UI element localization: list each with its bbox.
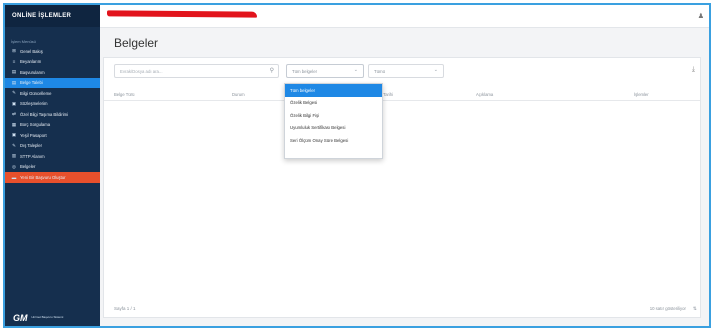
sidebar-item-sozlesmelerim[interactable]: ▣ Sözleşmelerim [5,99,100,110]
sidebar-item-label: Genel Bakış [20,48,43,54]
edit-icon: ✎ [12,142,16,148]
sidebar-item-dis-talepler[interactable]: ✎ Dış Talepler [5,141,100,152]
chart-icon: ▥ [11,153,17,159]
search-icon[interactable]: ⚲ [270,67,274,74]
search-placeholder: Evrak/Dosya adı ara... [120,68,163,74]
globe-icon: ◎ [12,163,16,169]
expand-icon[interactable]: ⇅ [693,306,697,312]
document-type-dropdown: Tüm belgeler Özelik Belgesi Özelik Bilgi… [284,83,383,159]
chevron-down-icon: ⌄ [353,67,358,73]
sidebar-item-label: Sözleşmelerim [20,101,48,107]
plus-icon: ▬ [11,174,17,180]
download-icon[interactable]: ⤓ [692,66,695,74]
sidebar-item-label: Beyanlarım [20,59,42,65]
sidebar-item-label: Belgeler [20,164,36,170]
column-header-aciklama[interactable]: Açıklama [476,92,493,97]
sidebar-item-yesil-pasaport[interactable]: ▣ Yeşil Pasaport [5,130,100,141]
list-icon: ≡ [12,59,16,65]
status-select-value: Tümü [374,68,385,74]
sidebar-item-label: Yeni Bir Başvuru Oluştur [20,174,66,180]
document-icon: ▤ [11,69,17,75]
dropdown-option[interactable]: Özelik Bilgi Fişi [285,109,382,122]
dropdown-option[interactable]: Özelik Belgesi [285,97,382,110]
passport-icon: ▣ [11,132,17,138]
sidebar-item-label: Bilgi Güncelleme [20,90,52,96]
pagination[interactable]: Sayfa 1 / 1 [114,306,136,311]
sidebar-item-belge-talebi[interactable]: ▤ Belge Talebi [5,77,100,88]
sidebar-item-label: Dış Talepler [20,143,43,149]
document-icon: ▤ [11,79,17,85]
menu-section-label: İşlem Menüsü [11,39,36,44]
sidebar-item-ozel-bilgi-tasima[interactable]: ⇄ Özel Bilgi Taşıma Bildirimi [5,109,100,120]
chevron-down-icon: ⌄ [433,67,438,73]
sidebar-item-borc-sorgulama[interactable]: ▦ Borç Sorgulama [5,120,100,131]
new-application-button[interactable]: ▬ Yeni Bir Başvuru Oluştur [5,172,100,183]
sidebar-item-label: Özel Bilgi Taşıma Bildirimi [20,111,69,117]
brand-title: ONLİNE İŞLEMLER [5,5,100,27]
sidebar-item-label: Başvurularım [20,69,45,75]
transfer-icon: ⇄ [12,111,16,117]
sidebar-item-sttp-alanim[interactable]: ▥ STTP Alanım [5,151,100,162]
column-header-belge-turu[interactable]: Belge Türü [114,92,134,97]
contract-icon: ▣ [11,100,17,106]
sidebar-item-label: Yeşil Pasaport [20,132,47,138]
redacted-header-text [106,10,258,18]
sidebar-menu: ⊞ Genel Bakış ≡ Beyanlarım ▤ Başvurularım ▤… [5,46,100,183]
column-header-islemler: İşlemler [634,92,649,97]
logo-subtitle: Hizmet Başvuru Sistemi [31,315,64,320]
page-title: Belgeler [114,36,159,50]
sidebar-item-genel-bakis[interactable]: ⊞ Genel Bakış [5,46,100,57]
top-bar: ♟ [100,5,709,28]
sidebar-item-bilgi-guncelleme[interactable]: ✎ Bilgi Güncelleme [5,88,100,99]
sidebar-item-beyanlarim[interactable]: ≡ Beyanlarım [5,57,100,68]
sidebar-item-label: Belge Talebi [20,80,43,86]
sidebar-logo: GM Hizmet Başvuru Sistemi [13,313,63,323]
sidebar-item-label: Borç Sorgulama [20,122,51,128]
rows-info: 10 satır gösteriliyor [649,306,686,311]
user-icon[interactable]: ♟ [698,12,704,20]
table-icon: ▦ [11,121,17,127]
documents-panel: Evrak/Dosya adı ara... ⚲ Tüm belgeler ⌄ … [103,57,701,318]
edit-icon: ✎ [12,90,16,96]
document-type-select[interactable]: Tüm belgeler ⌄ [286,64,364,78]
dashboard-icon: ⊞ [12,48,16,54]
search-input[interactable]: Evrak/Dosya adı ara... ⚲ [114,64,279,78]
sidebar-item-label: STTP Alanım [20,153,45,159]
dropdown-option[interactable]: Uyumluluk Sertifikası Belgesi [285,122,382,135]
dropdown-option[interactable]: Seri Ölçüm Onay Süre Belgesi [285,134,382,147]
status-select[interactable]: Tümü ⌄ [368,64,444,78]
logo-mark: GM [13,313,28,323]
dropdown-option[interactable]: Tüm belgeler [285,84,382,97]
document-type-value: Tüm belgeler [292,68,318,74]
table-header: Belge Türü Durum Talep Tarihi Açıklama İ… [104,89,700,101]
sidebar-item-belgeler[interactable]: ◎ Belgeler [5,162,100,173]
column-header-durum[interactable]: Durum [232,92,245,97]
sidebar-item-basvurularim[interactable]: ▤ Başvurularım [5,67,100,78]
sidebar: ONLİNE İŞLEMLER İşlem Menüsü ⊞ Genel Bakı… [5,5,100,326]
